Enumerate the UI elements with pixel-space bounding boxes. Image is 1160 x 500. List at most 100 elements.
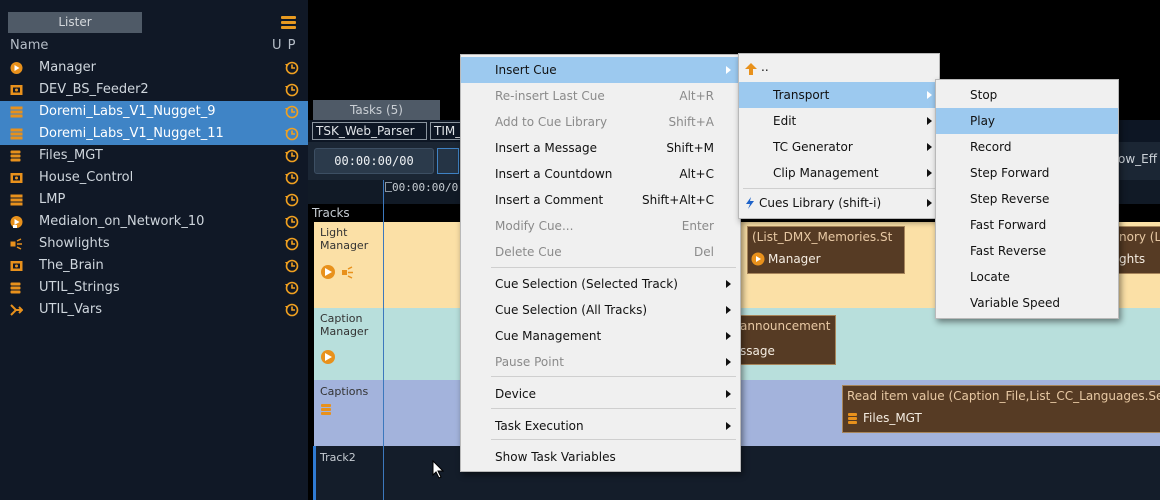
- menu-item-label: Insert a Comment: [495, 193, 604, 207]
- history-icon[interactable]: [285, 171, 299, 185]
- task-tab-web-parser[interactable]: TSK_Web_Parser: [312, 122, 427, 140]
- lister-item[interactable]: House_Control: [0, 167, 308, 189]
- timecode-button[interactable]: [437, 148, 459, 174]
- menu-item-pause-point[interactable]: Pause Point: [461, 349, 740, 375]
- menu-item-step-reverse[interactable]: Step Reverse: [936, 186, 1118, 212]
- lister-item[interactable]: Manager: [0, 57, 308, 79]
- timecode-display[interactable]: 00:00:00/00: [314, 148, 434, 174]
- menu-item-clip-management[interactable]: Clip Management: [739, 160, 939, 186]
- menu-item-label: Delete Cue: [495, 245, 562, 259]
- submenu-arrow-icon: [726, 280, 731, 288]
- menu-item-tc-generator[interactable]: TC Generator: [739, 134, 939, 160]
- menu-item-device[interactable]: Device: [461, 381, 740, 407]
- menu-item-label: Cues Library (shift-i): [759, 196, 882, 210]
- menu-item-locate[interactable]: Locate: [936, 264, 1118, 290]
- track-name-captions: Captions: [320, 385, 369, 398]
- menu-item-label: Device: [495, 387, 537, 401]
- lister-item[interactable]: LMP: [0, 189, 308, 211]
- menu-item-label: Locate: [970, 270, 1010, 284]
- database-icon: [848, 413, 857, 424]
- menu-item-insert-a-comment[interactable]: Insert a Comment Shift+Alt+C: [461, 187, 740, 213]
- menu-item-delete-cue[interactable]: Delete Cue Del: [461, 239, 740, 265]
- menu-item-re-insert-last-cue[interactable]: Re-insert Last Cue Alt+R: [461, 83, 740, 109]
- menu-item-cues-library[interactable]: Cues Library (shift-i): [739, 190, 939, 216]
- up-column-header: U P: [272, 36, 297, 56]
- history-icon[interactable]: [285, 149, 299, 163]
- menu-item-cue-selection-selected-track[interactable]: Cue Selection (Selected Track): [461, 271, 740, 297]
- history-icon[interactable]: [285, 303, 299, 317]
- menu-item-edit[interactable]: Edit: [739, 108, 939, 134]
- lister-tab[interactable]: Lister: [8, 12, 142, 33]
- history-icon[interactable]: [285, 259, 299, 273]
- playhead-line[interactable]: [383, 180, 384, 500]
- cue-device: ghts: [1119, 252, 1146, 266]
- history-icon[interactable]: [285, 215, 299, 229]
- menu-item-label: Show Task Variables: [495, 450, 616, 464]
- lister-item[interactable]: DEV_BS_Feeder2: [0, 79, 308, 101]
- hamburger-menu-icon[interactable]: [281, 16, 296, 31]
- name-column-header[interactable]: Name: [10, 36, 48, 56]
- cue-device: Files_MGT: [863, 411, 922, 425]
- mouse-cursor-icon: [432, 460, 445, 479]
- cue-device: Manager: [768, 252, 821, 266]
- light-icon: [10, 238, 22, 250]
- lister-item[interactable]: Doremi_Labs_V1_Nugget_9: [0, 101, 308, 123]
- lister-item[interactable]: Files_MGT: [0, 145, 308, 167]
- cue-light-dmx[interactable]: (List_DMX_Memories.St Manager: [747, 226, 905, 274]
- menu-item-record[interactable]: Record: [936, 134, 1118, 160]
- menu-item-task-execution[interactable]: Task Execution: [461, 413, 740, 439]
- stack-icon: [10, 128, 23, 140]
- menu-item-show-task-variables[interactable]: Show Task Variables: [461, 444, 740, 470]
- transport-submenu: Stop Play Record Step Forward Step Reverse Fa…: [935, 79, 1119, 319]
- menu-item-parent-level[interactable]: ..: [739, 56, 939, 82]
- menu-item-fast-reverse[interactable]: Fast Reverse: [936, 238, 1118, 264]
- lister-item[interactable]: Showlights: [0, 233, 308, 255]
- menu-item-cue-selection-all-tracks[interactable]: Cue Selection (All Tracks): [461, 297, 740, 323]
- menu-item-fast-forward[interactable]: Fast Forward: [936, 212, 1118, 238]
- lister-item-name: Showlights: [39, 236, 110, 251]
- history-icon[interactable]: [285, 237, 299, 251]
- lister-item[interactable]: The_Brain: [0, 255, 308, 277]
- menu-item-label: Step Forward: [970, 166, 1050, 180]
- lister-item-name: Files_MGT: [39, 148, 103, 163]
- menu-item-transport[interactable]: Transport: [739, 82, 939, 108]
- menu-item-variable-speed[interactable]: Variable Speed: [936, 290, 1118, 316]
- history-icon[interactable]: [285, 127, 299, 141]
- menu-item-insert-a-countdown[interactable]: Insert a Countdown Alt+C: [461, 161, 740, 187]
- cue-showlights-memory[interactable]: nory (L ghts: [1114, 226, 1160, 274]
- lister-item[interactable]: Medialon_on_Network_10: [0, 211, 308, 233]
- submenu-arrow-icon: [927, 117, 932, 125]
- cue-caption-announcement[interactable]: announcement ssage: [738, 315, 836, 365]
- menu-item-modify-cue[interactable]: Modify Cue... Enter: [461, 213, 740, 239]
- menu-item-label: TC Generator: [773, 140, 853, 154]
- menu-item-label: Cue Management: [495, 329, 602, 343]
- menu-item-insert-cue[interactable]: Insert Cue: [461, 57, 740, 83]
- ruler-start-marker: [385, 182, 392, 192]
- menu-item-label: Fast Forward: [970, 218, 1047, 232]
- task-tab-tim[interactable]: TIM_L: [430, 122, 462, 140]
- history-icon[interactable]: [285, 61, 299, 75]
- history-icon[interactable]: [285, 105, 299, 119]
- menu-item-cue-management[interactable]: Cue Management: [461, 323, 740, 349]
- menu-item-add-to-cue-library[interactable]: Add to Cue Library Shift+A: [461, 109, 740, 135]
- history-icon[interactable]: [285, 281, 299, 295]
- device-icon: [10, 173, 23, 183]
- history-icon[interactable]: [285, 193, 299, 207]
- lister-item[interactable]: Doremi_Labs_V1_Nugget_11: [0, 123, 308, 145]
- menu-item-shortcut: Del: [694, 245, 714, 259]
- tasks-tab[interactable]: Tasks (5): [313, 100, 440, 120]
- menu-item-insert-a-message[interactable]: Insert a Message Shift+M: [461, 135, 740, 161]
- light-icon: [342, 270, 347, 275]
- menu-item-label: Insert Cue: [495, 63, 557, 77]
- lister-item[interactable]: UTIL_Strings: [0, 277, 308, 299]
- lister-item[interactable]: UTIL_Vars: [0, 299, 308, 321]
- menu-item-step-forward[interactable]: Step Forward: [936, 160, 1118, 186]
- database-icon: [10, 150, 21, 162]
- cue-read-item-value[interactable]: Read item value (Caption_File,List_CC_La…: [842, 385, 1160, 433]
- insert-cue-submenu: .. Transport Edit TC Generator Clip Managem…: [738, 53, 940, 219]
- u-column-header[interactable]: U: [272, 38, 283, 53]
- menu-item-stop[interactable]: Stop: [936, 82, 1118, 108]
- menu-item-play[interactable]: Play: [936, 108, 1118, 134]
- p-column-header[interactable]: P: [288, 38, 297, 53]
- history-icon[interactable]: [285, 83, 299, 97]
